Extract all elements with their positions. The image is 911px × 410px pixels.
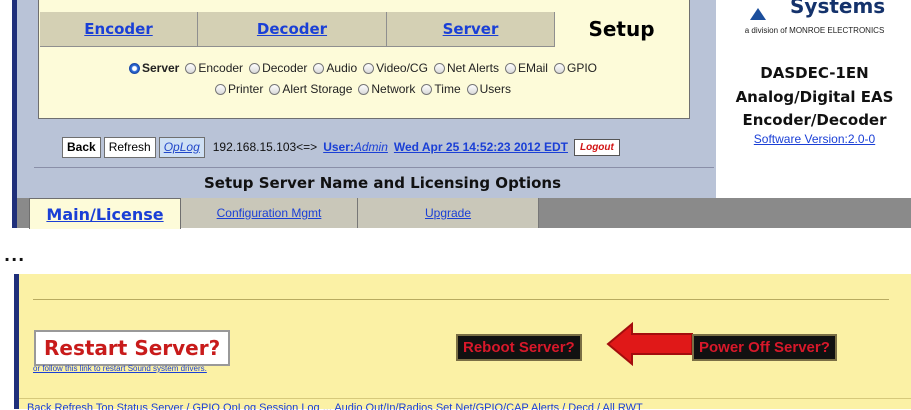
user-prefix: User:	[323, 140, 354, 154]
subtab-configuration-mgmt-label[interactable]: Configuration Mgmt	[217, 206, 322, 220]
radio-selected-icon[interactable]	[128, 62, 140, 74]
subtab-upgrade-label[interactable]: Upgrade	[425, 206, 471, 220]
user-name: Admin	[353, 140, 388, 154]
radio-icon[interactable]	[421, 83, 433, 95]
subtab-upgrade[interactable]: Upgrade	[358, 198, 539, 228]
dasdec-header: Encoder Decoder Server Setup Server Enco…	[0, 0, 911, 233]
logo: Systems	[728, 0, 908, 20]
option-email[interactable]: EMail	[504, 61, 548, 75]
setup-options-row2: Printer Alert Storage Network Time Users	[39, 82, 687, 96]
restart-server-button[interactable]: Restart Server?	[34, 330, 231, 366]
refresh-button[interactable]: Refresh	[103, 136, 156, 158]
logo-text: Systems	[790, 0, 886, 18]
back-button[interactable]: Back	[62, 136, 101, 158]
tab-encoder[interactable]: Encoder	[40, 12, 198, 47]
logo-triangle-icon	[750, 8, 766, 20]
tab-server-label[interactable]: Server	[443, 20, 499, 38]
radio-icon[interactable]	[504, 62, 516, 74]
option-users[interactable]: Users	[466, 82, 511, 96]
divider	[33, 299, 889, 300]
radio-icon[interactable]	[358, 83, 370, 95]
option-encoder[interactable]: Encoder	[185, 61, 243, 75]
datetime-link[interactable]: Wed Apr 25 14:52:23 2012 EDT	[394, 140, 568, 154]
option-net-alerts[interactable]: Net Alerts	[433, 61, 499, 75]
footer-links: Back Refresh Top Status Server / GPIO Op…	[19, 398, 911, 410]
product-type: Analog/Digital EAS	[735, 88, 894, 106]
ellipsis: ...	[4, 246, 26, 265]
tab-decoder[interactable]: Decoder	[198, 12, 387, 47]
option-audio[interactable]: Audio	[313, 61, 357, 75]
software-version-link[interactable]: Software Version:2.0-0	[716, 132, 911, 146]
product-desc: Encoder/Decoder	[742, 111, 887, 129]
header-panel: Encoder Decoder Server Setup Server Enco…	[17, 0, 731, 198]
main-tabs: Encoder Decoder Server Setup	[40, 12, 688, 47]
subtab-main-license-label[interactable]: Main/License	[46, 205, 163, 224]
subtab-configuration-mgmt[interactable]: Configuration Mgmt	[181, 198, 358, 228]
radio-icon[interactable]	[433, 62, 445, 74]
toolbar: Back Refresh OpLog 192.168.15.103<=> Use…	[62, 136, 620, 158]
option-decoder[interactable]: Decoder	[249, 61, 307, 75]
option-video-cg[interactable]: Video/CG	[363, 61, 428, 75]
page-title: Setup Server Name and Licensing Options	[34, 167, 731, 198]
option-time[interactable]: Time	[421, 82, 461, 96]
ip-address: 192.168.15.103<=>	[212, 140, 318, 154]
red-arrow-icon	[606, 322, 693, 366]
tab-encoder-label[interactable]: Encoder	[84, 20, 152, 38]
reboot-server-button[interactable]: Reboot Server?	[456, 334, 582, 361]
power-off-server-button[interactable]: Power Off Server?	[692, 334, 837, 361]
radio-icon[interactable]	[269, 83, 281, 95]
tab-decoder-label[interactable]: Decoder	[257, 20, 327, 38]
product-model: DASDEC-1EN	[760, 64, 869, 82]
tab-setup-label: Setup	[588, 17, 655, 41]
option-printer[interactable]: Printer	[215, 82, 263, 96]
tab-setup[interactable]: Setup	[555, 12, 688, 46]
sub-tabs: Main/License Configuration Mgmt Upgrade	[17, 198, 911, 229]
radio-icon[interactable]	[249, 62, 261, 74]
radio-icon[interactable]	[466, 83, 478, 95]
subtab-main-license[interactable]: Main/License	[29, 198, 181, 229]
user-link[interactable]: User:Admin	[323, 140, 388, 154]
tab-server[interactable]: Server	[387, 12, 555, 47]
option-alert-storage[interactable]: Alert Storage	[269, 82, 352, 96]
left-border	[14, 274, 19, 409]
option-server[interactable]: Server	[128, 61, 179, 75]
logout-button[interactable]: Logout	[573, 138, 620, 156]
radio-icon[interactable]	[363, 62, 375, 74]
oplog-button[interactable]: OpLog	[158, 136, 205, 158]
radio-icon[interactable]	[313, 62, 325, 74]
radio-icon[interactable]	[553, 62, 565, 74]
restart-sound-link[interactable]: or follow this link to restart Sound sys…	[33, 364, 207, 373]
brand-panel: Systems a division of MONROE ELECTRONICS…	[714, 0, 911, 198]
option-network[interactable]: Network	[358, 82, 415, 96]
division-text: a division of MONROE ELECTRONICS	[744, 26, 885, 35]
option-gpio[interactable]: GPIO	[553, 61, 597, 75]
action-panel: Restart Server? or follow this link to r…	[14, 274, 911, 410]
setup-options-row1: Server Encoder Decoder Audio Video/CG Ne…	[39, 61, 687, 75]
radio-icon[interactable]	[215, 83, 226, 95]
nav-box: Encoder Decoder Server Setup Server Enco…	[38, 0, 690, 119]
radio-icon[interactable]	[185, 62, 197, 74]
